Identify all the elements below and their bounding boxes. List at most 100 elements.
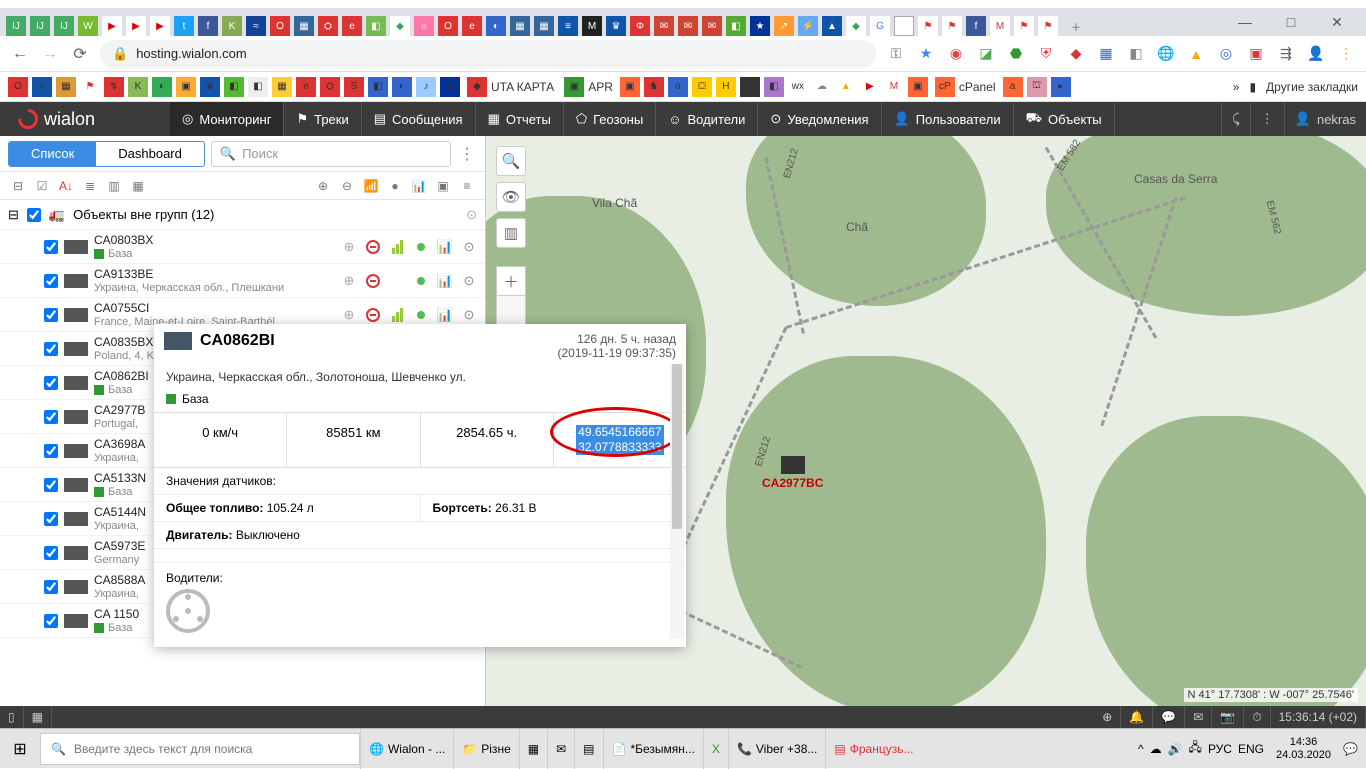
bookmark-star-icon[interactable]: ★ bbox=[916, 44, 936, 64]
bookmark[interactable]: ◧ bbox=[368, 77, 388, 97]
browser-tab[interactable]: W bbox=[78, 16, 98, 36]
browser-tab[interactable]: ≡ bbox=[558, 16, 578, 36]
columns2-icon[interactable]: ▦ bbox=[128, 176, 148, 196]
profile-icon[interactable]: 👤 bbox=[1306, 44, 1326, 64]
task-app[interactable]: ▦ bbox=[519, 729, 547, 769]
task-mail[interactable]: ✉ bbox=[547, 729, 574, 769]
bookmark[interactable]: ▣APR bbox=[561, 77, 616, 97]
row-menu[interactable]: ⊙ bbox=[461, 307, 477, 323]
tray-notifications-icon[interactable]: 💬 bbox=[1343, 742, 1358, 756]
menu-drivers[interactable]: ☺Водители bbox=[656, 102, 758, 136]
locate-icon[interactable]: ⊕ bbox=[341, 307, 357, 323]
browser-tab[interactable]: ◧ bbox=[366, 16, 386, 36]
map-search-button[interactable]: 🔍 bbox=[496, 146, 526, 176]
start-button[interactable]: ⊞ bbox=[0, 729, 40, 769]
bookmark[interactable]: ⛫ bbox=[1027, 77, 1047, 97]
browser-tab[interactable]: ✉ bbox=[702, 16, 722, 36]
browser-tab[interactable]: ⚑ bbox=[942, 16, 962, 36]
browser-tab[interactable]: IJ bbox=[30, 16, 50, 36]
bookmark[interactable]: ▦ bbox=[272, 77, 292, 97]
task-pdf[interactable]: ▤ Французь... bbox=[825, 729, 921, 769]
browser-tab[interactable]: IJ bbox=[54, 16, 74, 36]
coords-cell[interactable]: 49.654516666732.0778833333 bbox=[554, 413, 686, 467]
toggle-panel-button[interactable]: ▯ bbox=[0, 706, 24, 728]
browser-tab[interactable]: ✉ bbox=[678, 16, 698, 36]
bookmark[interactable]: ⛭ bbox=[320, 77, 340, 97]
browser-tab[interactable]: ▶ bbox=[150, 16, 170, 36]
group-checkbox[interactable] bbox=[27, 208, 41, 222]
tray-volume-icon[interactable]: 🔊 bbox=[1168, 742, 1183, 756]
chart-icon[interactable]: 📊 bbox=[437, 273, 453, 289]
browser-tab[interactable]: ⚑ bbox=[1014, 16, 1034, 36]
task-notepad[interactable]: 📄 *Безымян... bbox=[603, 729, 703, 769]
browser-tab[interactable]: ▦ bbox=[510, 16, 530, 36]
bookmark[interactable]: ◐ bbox=[152, 77, 172, 97]
tab-dashboard[interactable]: Dashboard bbox=[96, 142, 204, 166]
chart-icon[interactable]: 📊 bbox=[409, 176, 429, 196]
menu-icon[interactable]: ⇶ bbox=[1276, 44, 1296, 64]
browser-tab[interactable]: Φ bbox=[630, 16, 650, 36]
menu-monitoring[interactable]: ◎Мониторинг bbox=[170, 102, 284, 136]
browser-tab-active[interactable] bbox=[894, 16, 914, 36]
status-icon[interactable]: ✉ bbox=[1185, 706, 1212, 728]
browser-tab[interactable]: ▦ bbox=[534, 16, 554, 36]
zoom-in-button[interactable]: ＋ bbox=[496, 266, 526, 296]
bookmark[interactable]: S bbox=[344, 77, 364, 97]
tray-expand[interactable]: ^ bbox=[1138, 742, 1144, 756]
menu-notifications[interactable]: ⊙Уведомления bbox=[758, 102, 881, 136]
ext-icon[interactable]: ⛨ bbox=[1036, 44, 1056, 64]
group-more[interactable]: ⊙ bbox=[466, 207, 477, 223]
browser-tab[interactable]: IJ bbox=[6, 16, 26, 36]
grid-button[interactable]: ▦ bbox=[24, 706, 52, 728]
browser-tab[interactable]: e bbox=[462, 16, 482, 36]
bookmark[interactable]: a bbox=[1003, 77, 1023, 97]
columns-icon[interactable]: ▥ bbox=[104, 176, 124, 196]
bookmark[interactable]: ♪ bbox=[416, 77, 436, 97]
chart-icon[interactable]: 📊 bbox=[437, 239, 453, 255]
check-icon[interactable]: ☑ bbox=[32, 176, 52, 196]
ext-icon[interactable]: ◆ bbox=[1066, 44, 1086, 64]
bookmark[interactable]: o bbox=[668, 77, 688, 97]
bookmark[interactable]: ▲ bbox=[836, 77, 856, 97]
bookmark[interactable]: ◧ bbox=[224, 77, 244, 97]
bookmark[interactable]: O bbox=[8, 77, 28, 97]
tray-network-icon[interactable]: 🖧 bbox=[1189, 738, 1202, 759]
layout-icon[interactable]: ▣ bbox=[433, 176, 453, 196]
chrome-menu-icon[interactable]: ⋮ bbox=[1336, 44, 1356, 64]
map-visibility-button[interactable]: 👁 bbox=[496, 182, 526, 212]
bookmark[interactable]: ≈ bbox=[32, 77, 52, 97]
search-input[interactable]: 🔍 Поиск bbox=[211, 141, 451, 167]
browser-tab[interactable]: ☼ bbox=[414, 16, 434, 36]
map-unit-marker[interactable]: CA2977BC bbox=[762, 456, 823, 490]
window-maximize[interactable]: □ bbox=[1268, 8, 1314, 36]
expand-icon[interactable]: ⊟ bbox=[8, 207, 19, 223]
bookmark[interactable]: e bbox=[296, 77, 316, 97]
dot-icon[interactable]: ● bbox=[385, 176, 405, 196]
locate-icon[interactable]: ⊕ bbox=[341, 239, 357, 255]
ext-icon[interactable]: ▦ bbox=[1096, 44, 1116, 64]
task-viber[interactable]: 📞 Viber +38... bbox=[728, 729, 825, 769]
unit-checkbox[interactable] bbox=[44, 580, 58, 594]
browser-tab[interactable]: ◆ bbox=[846, 16, 866, 36]
window-close[interactable]: ✕ bbox=[1314, 8, 1360, 36]
menu-units[interactable]: ⛟Объекты bbox=[1014, 102, 1115, 136]
browser-tab[interactable]: ↗ bbox=[774, 16, 794, 36]
bookmark[interactable]: ▣ bbox=[176, 77, 196, 97]
tray-cloud-icon[interactable]: ☁ bbox=[1150, 742, 1162, 756]
status-icon[interactable]: ⊕ bbox=[1094, 706, 1121, 728]
menu-geofences[interactable]: ⬠Геозоны bbox=[564, 102, 656, 136]
browser-tab[interactable]: t bbox=[174, 16, 194, 36]
menu-tracks[interactable]: ⚑Треки bbox=[284, 102, 361, 136]
chart-icon[interactable]: 📊 bbox=[437, 307, 453, 323]
browser-tab[interactable]: G bbox=[870, 16, 890, 36]
browser-tab[interactable]: O bbox=[270, 16, 290, 36]
stop-icon[interactable]: ⊖ bbox=[337, 176, 357, 196]
bookmark[interactable]: ▣ bbox=[908, 77, 928, 97]
bookmark[interactable]: cPcPanel bbox=[932, 77, 999, 97]
user-menu[interactable]: 👤 nekras bbox=[1284, 102, 1366, 136]
other-bookmarks[interactable]: Другие закладки bbox=[1266, 80, 1358, 94]
browser-tab[interactable]: f bbox=[198, 16, 218, 36]
ext-icon[interactable]: ◧ bbox=[1126, 44, 1146, 64]
browser-tab[interactable]: f bbox=[966, 16, 986, 36]
browser-tab[interactable]: e bbox=[342, 16, 362, 36]
